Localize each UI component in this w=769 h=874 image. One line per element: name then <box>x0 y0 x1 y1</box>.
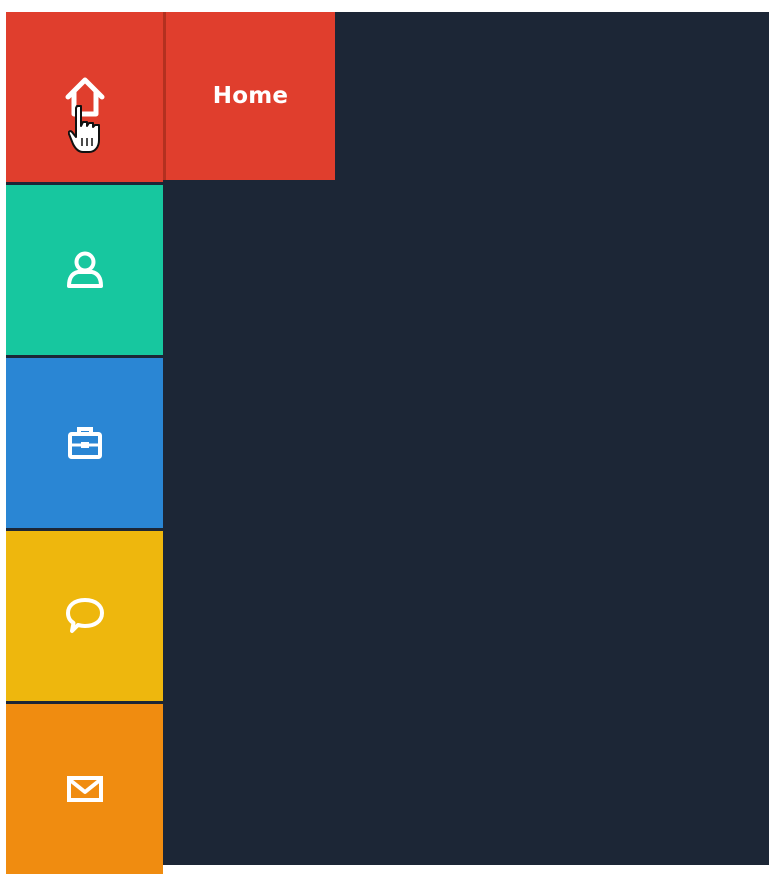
app-stage: Home <box>6 12 769 874</box>
tooltip-label: Home <box>212 83 289 109</box>
briefcase-icon <box>65 423 105 463</box>
menu-item-profile[interactable] <box>6 185 163 355</box>
user-icon <box>64 248 106 292</box>
envelope-icon <box>65 773 105 805</box>
menu-item-chat[interactable] <box>6 531 163 701</box>
menu-item-mail[interactable] <box>6 704 163 874</box>
menu-item-work[interactable] <box>6 358 163 528</box>
hand-pointer-cursor-icon <box>67 104 104 160</box>
menu-tooltip-home: Home <box>166 12 335 180</box>
chat-bubble-icon <box>63 594 107 638</box>
